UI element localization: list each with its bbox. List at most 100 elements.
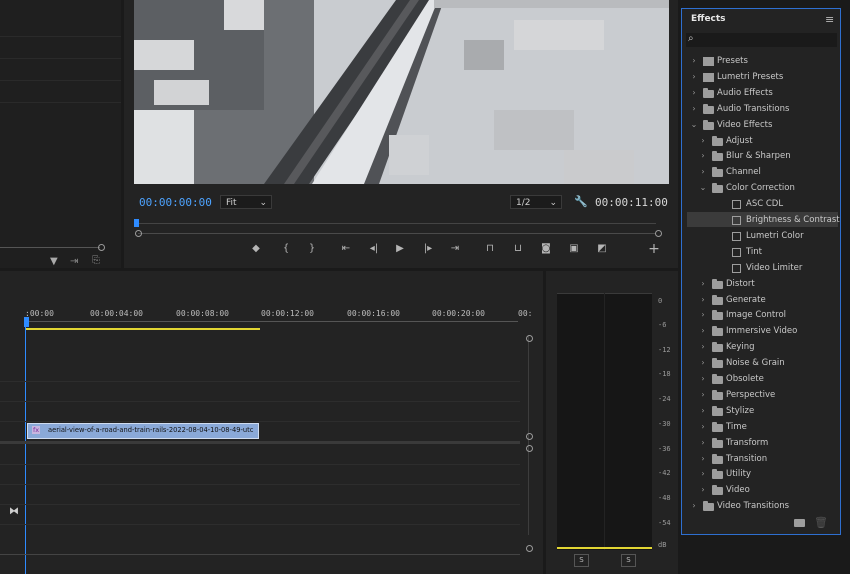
video-clip[interactable]: fx aerial-view-of-a-road-and-train-rails…	[27, 423, 259, 439]
effects-item-label[interactable]: Keying	[726, 340, 755, 355]
compare-icon[interactable]: ▣	[566, 243, 582, 255]
effects-item-label[interactable]: Video Transitions	[717, 499, 789, 514]
new-item-icon[interactable]: ⎘	[92, 255, 100, 266]
chevron-right-icon[interactable]: ›	[699, 279, 707, 288]
marker-icon[interactable]: ◆	[248, 243, 264, 255]
zoom-slider-handle[interactable]	[98, 244, 105, 251]
chevron-right-icon[interactable]: ›	[699, 374, 707, 383]
monitor-ruler[interactable]	[138, 223, 656, 230]
chevron-right-icon[interactable]: ›	[699, 358, 707, 367]
chevron-right-icon[interactable]: ›	[690, 72, 698, 81]
effects-item-label[interactable]: Video Limiter	[746, 261, 802, 276]
chevron-right-icon[interactable]: ›	[690, 88, 698, 97]
zoom-bar[interactable]	[138, 233, 656, 234]
panel-menu-icon[interactable]: ≡	[825, 13, 834, 26]
effects-item-label[interactable]: Color Correction	[726, 181, 795, 196]
effects-item-label[interactable]: Transform	[726, 436, 768, 451]
effects-item-label[interactable]: Audio Transitions	[717, 102, 789, 117]
comparison-view-icon[interactable]: ◩	[594, 243, 610, 255]
chevron-right-icon[interactable]: ›	[699, 390, 707, 399]
zoom-end-handle[interactable]	[655, 230, 662, 237]
chevron-right-icon[interactable]: ›	[699, 422, 707, 431]
chevron-down-icon[interactable]: ⌄	[699, 183, 707, 192]
delete-icon[interactable]: 🗑	[814, 516, 828, 529]
effects-item-label[interactable]: Video Effects	[717, 118, 772, 133]
chevron-right-icon[interactable]: ›	[690, 104, 698, 113]
chevron-right-icon[interactable]: ›	[699, 326, 707, 335]
chevron-right-icon[interactable]: ›	[699, 454, 707, 463]
mark-in-icon[interactable]: {	[278, 243, 294, 255]
chevron-right-icon[interactable]: ›	[699, 310, 707, 319]
solo-right-button[interactable]: S	[621, 554, 636, 567]
effects-item-label[interactable]: Image Control	[726, 308, 786, 323]
effects-item-label[interactable]: Noise & Grain	[726, 356, 785, 371]
new-bin-icon[interactable]	[794, 519, 805, 527]
play-icon[interactable]: ▶	[392, 243, 408, 255]
step-back-icon[interactable]: ◂|	[366, 243, 382, 255]
horizontal-scrollbar[interactable]	[0, 554, 520, 555]
add-icon[interactable]: +	[646, 242, 662, 256]
automate-to-sequence-icon[interactable]: ⇥	[70, 256, 78, 267]
effects-item-label[interactable]: Time	[726, 420, 747, 435]
scrollbar-handle-bottom[interactable]	[526, 433, 533, 440]
zoom-slider-track[interactable]	[0, 247, 100, 248]
chevron-right-icon[interactable]: ›	[699, 469, 707, 478]
folder-icon	[712, 135, 723, 146]
effects-item-label[interactable]: Obsolete	[726, 372, 764, 387]
chevron-down-icon[interactable]: ⌄	[690, 120, 698, 129]
chevron-right-icon[interactable]: ›	[699, 342, 707, 351]
effects-item-label[interactable]: Lumetri Color	[746, 229, 804, 244]
effects-item-label[interactable]: Presets	[717, 54, 748, 69]
chevron-right-icon[interactable]: ›	[699, 438, 707, 447]
video-audio-divider[interactable]	[0, 441, 520, 444]
chevron-right-icon[interactable]: ›	[690, 501, 698, 510]
effects-item-label[interactable]: Perspective	[726, 388, 775, 403]
chevron-right-icon[interactable]: ›	[699, 406, 707, 415]
effects-item-label[interactable]: Lumetri Presets	[717, 70, 783, 85]
go-to-in-icon[interactable]: ⇤	[338, 243, 354, 255]
timeline-playhead-handle[interactable]	[24, 317, 29, 327]
effects-item-label[interactable]: Utility	[726, 467, 751, 482]
effects-item-label[interactable]: Audio Effects	[717, 86, 773, 101]
sort-icon[interactable]: ▼	[50, 256, 58, 267]
export-frame-icon[interactable]: ◙	[538, 243, 554, 255]
effects-item-label[interactable]: Adjust	[726, 134, 753, 149]
lift-icon[interactable]: ⊓	[482, 243, 498, 255]
go-to-out-icon[interactable]: ⇥	[447, 243, 463, 255]
search-input[interactable]: ⌕	[686, 33, 837, 47]
monitor-playhead[interactable]	[134, 219, 139, 227]
chevron-right-icon[interactable]: ›	[699, 167, 707, 176]
solo-left-button[interactable]: S	[574, 554, 589, 567]
extract-icon[interactable]: ⊔	[510, 243, 526, 255]
resolution-dropdown[interactable]: 1/2 ⌄	[510, 195, 562, 209]
timeline-ruler[interactable]	[26, 321, 518, 328]
effects-item-label[interactable]: Immersive Video	[726, 324, 797, 339]
effects-item-label[interactable]: Brightness & Contrast	[746, 213, 840, 228]
audio-scrollbar-handle-bottom[interactable]	[526, 545, 533, 552]
fit-dropdown[interactable]: Fit ⌄	[220, 195, 272, 209]
chevron-right-icon[interactable]: ›	[699, 151, 707, 160]
current-timecode[interactable]: 00:00:00:00	[139, 196, 212, 209]
effects-item-label[interactable]: Distort	[726, 277, 755, 292]
effects-item-label[interactable]: Transition	[726, 452, 767, 467]
effects-item-label[interactable]: ASC CDL	[746, 197, 783, 212]
wrench-icon[interactable]: 🔧	[574, 195, 588, 208]
zoom-start-handle[interactable]	[135, 230, 142, 237]
audio-track-toggle-icon[interactable]: ⧓	[9, 506, 19, 517]
effects-item-label[interactable]: Channel	[726, 165, 761, 180]
chevron-right-icon[interactable]: ›	[690, 56, 698, 65]
scrollbar-handle-top[interactable]	[526, 335, 533, 342]
effects-item-label[interactable]: Video	[726, 483, 750, 498]
effects-item-label[interactable]: Generate	[726, 293, 766, 308]
effects-item-label[interactable]: Tint	[746, 245, 762, 260]
effects-item-label[interactable]: Blur & Sharpen	[726, 149, 791, 164]
work-area-bar[interactable]	[26, 328, 260, 330]
audio-scrollbar-handle-top[interactable]	[526, 445, 533, 452]
meter-baseline	[557, 547, 652, 549]
chevron-right-icon[interactable]: ›	[699, 136, 707, 145]
chevron-right-icon[interactable]: ›	[699, 485, 707, 494]
step-forward-icon[interactable]: |▸	[420, 243, 436, 255]
mark-out-icon[interactable]: }	[304, 243, 320, 255]
chevron-right-icon[interactable]: ›	[699, 295, 707, 304]
effects-item-label[interactable]: Stylize	[726, 404, 754, 419]
